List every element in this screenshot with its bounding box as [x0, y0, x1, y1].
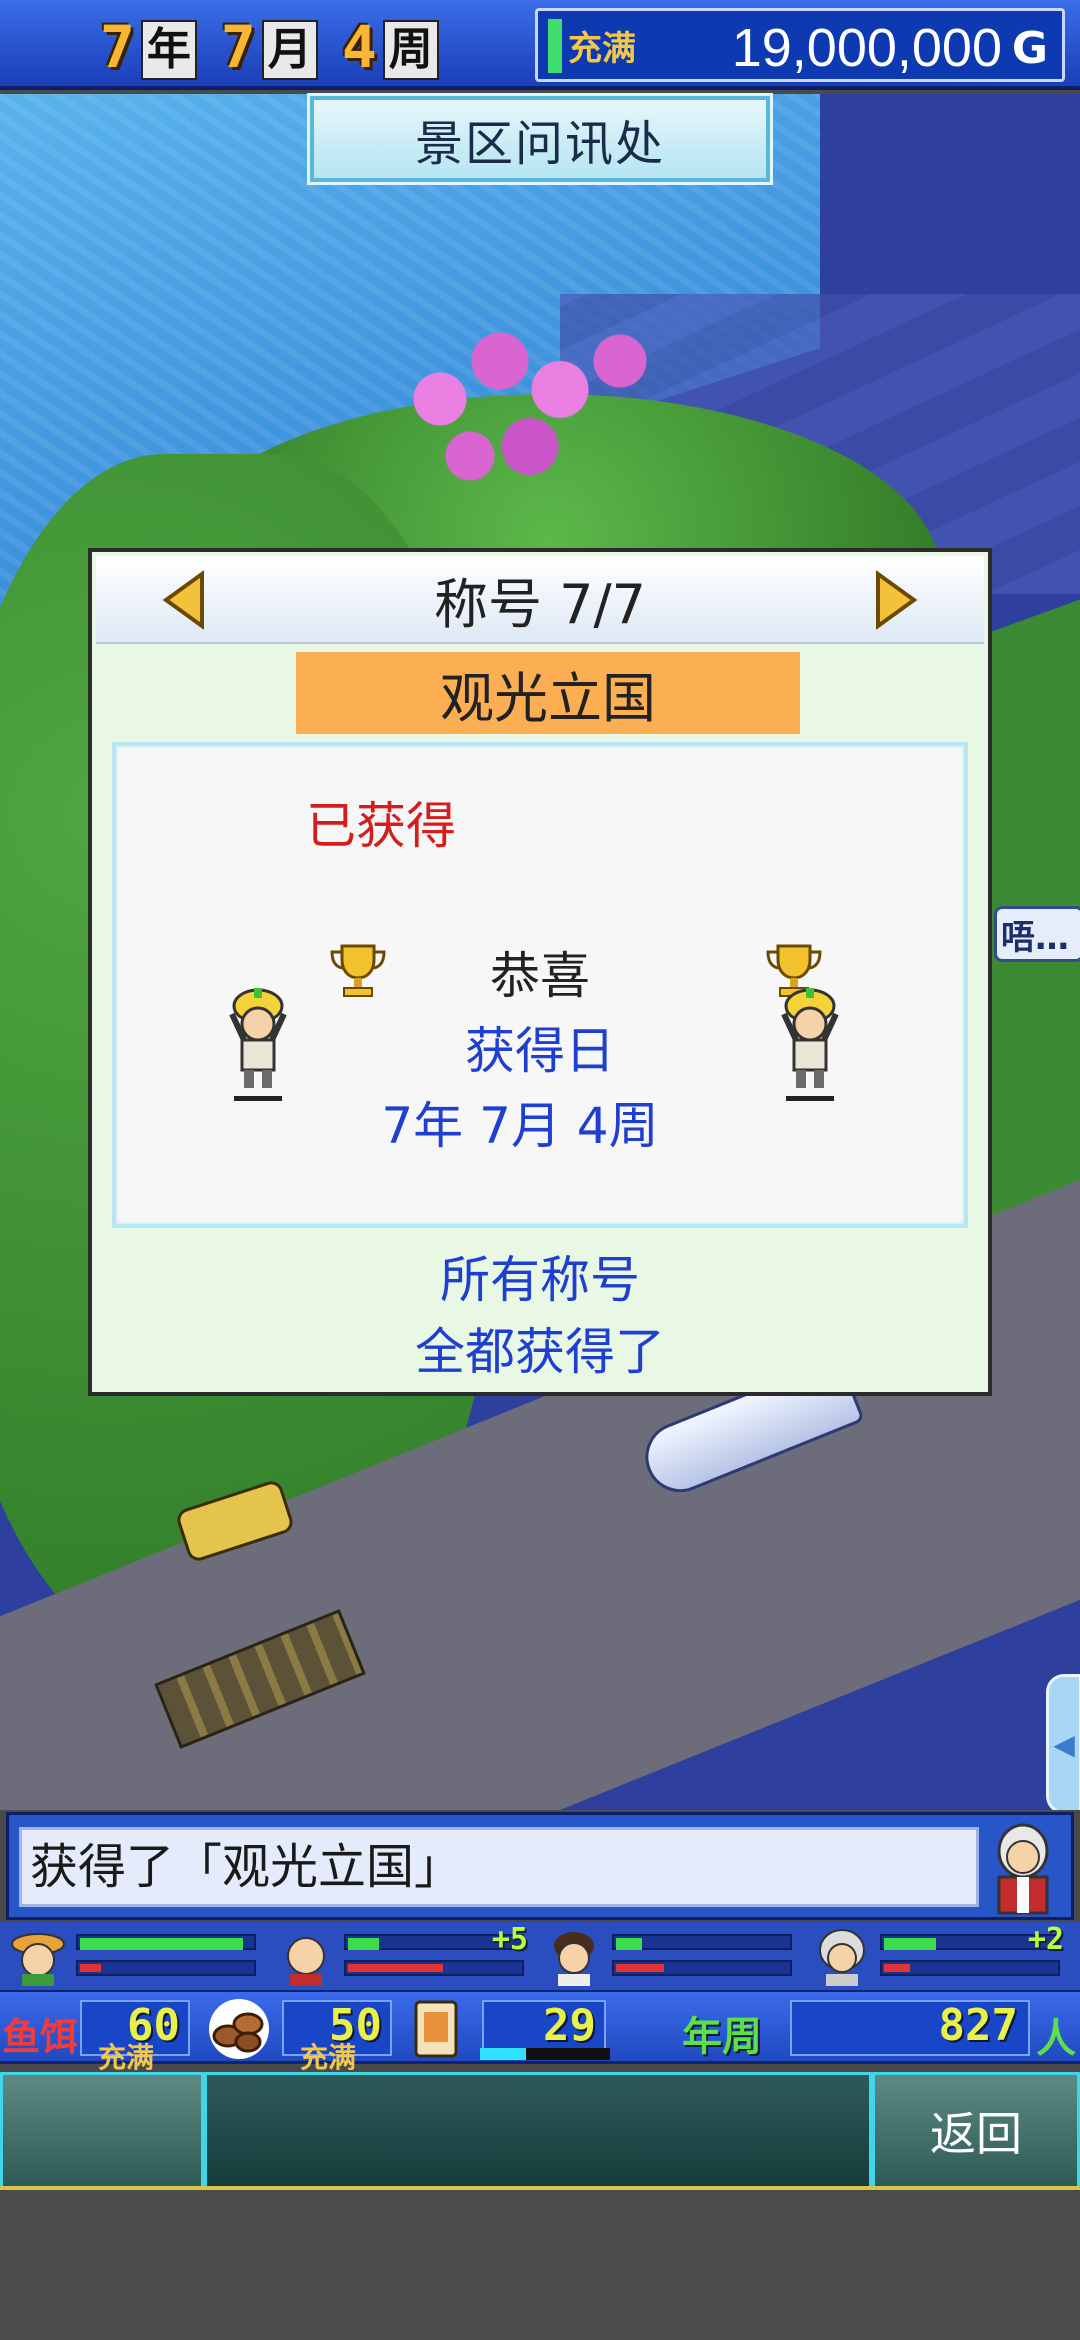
side-panel-toggle[interactable]: ◀: [1046, 1674, 1080, 1810]
money-level-bar: [548, 19, 562, 73]
acquired-date-label: 获得日: [465, 1022, 615, 1080]
year-week-label: 年周: [682, 2014, 762, 2060]
dialog-title: 称号 7/7: [433, 572, 647, 636]
staff-stat-bar: [880, 1960, 1060, 1976]
card-icon: [414, 2000, 458, 2058]
month-unit: 月: [261, 20, 318, 80]
staff-status-3[interactable]: [546, 1926, 796, 1986]
staff-status-4[interactable]: +2: [814, 1922, 1064, 1986]
title-name: 观光立国: [296, 652, 800, 734]
title-detail-panel: 已获得 恭喜 获得日 7年 7月 4周: [112, 742, 968, 1228]
year-week-counter: 827: [790, 2000, 1030, 2056]
staff-avatar-icon: [11, 1933, 65, 1986]
staff-avatar-icon: [554, 1932, 594, 1986]
staff-stat-red-fill: [616, 1964, 664, 1972]
year-week-value: 827: [938, 2000, 1018, 2051]
staff-stat-red-fill: [884, 1964, 910, 1972]
advisor-avatar: [997, 1823, 1049, 1915]
staff-bonus: +5: [491, 1922, 528, 1957]
staff-stat-bar: [612, 1934, 792, 1950]
card-progress-fill: [480, 2048, 526, 2060]
staff-stat-bar: [612, 1960, 792, 1976]
congrats-text: 恭喜: [490, 947, 590, 1005]
top-status-bar: 7 年 7 月 4 周 充满 19,000,000 G: [0, 0, 1080, 90]
staff-avatar-icon: [819, 1929, 865, 1986]
food-status: 充满: [98, 2041, 155, 2074]
acquired-date-value: 7年 7月 4周: [381, 1097, 659, 1155]
week-number: 4: [341, 13, 377, 81]
all-titles-message: 所有称号 全都获得了: [92, 1244, 988, 1388]
person-icon: 人: [1036, 2016, 1076, 2062]
location-banner: 景区问讯处: [310, 96, 770, 182]
acquired-status: 已获得: [306, 797, 456, 855]
staff-stat-red-fill: [348, 1964, 443, 1972]
staff-avatar-icon: [287, 1937, 325, 1986]
staff-stat-fill: [884, 1938, 936, 1950]
cherry-blossom-trees: [380, 304, 680, 494]
year-number: 7: [100, 13, 135, 81]
menu-slot-left[interactable]: [0, 2072, 204, 2190]
staff-stat-red-fill: [80, 1964, 101, 1972]
message-text: 获得了「观光立国」: [19, 1827, 979, 1907]
money-display: 充满 19,000,000 G: [535, 8, 1065, 82]
staff-stat-fill: [348, 1938, 379, 1950]
card-progress-bar: [480, 2048, 610, 2060]
staff-stat-fill: [616, 1938, 642, 1950]
dialog-header: 称号 7/7: [96, 556, 984, 644]
prev-arrow-icon[interactable]: [160, 570, 210, 630]
card-count: 29: [543, 2000, 596, 2051]
menu-slot-center[interactable]: [204, 2072, 872, 2190]
staff-stat-bar: [344, 1960, 524, 1976]
staff-status-row: +5 +2: [0, 1922, 1080, 1990]
empty-footer: [0, 2192, 1080, 2340]
staff-status-1[interactable]: [10, 1926, 260, 1986]
chevron-left-icon: ◀: [1053, 1727, 1075, 1761]
staff-stat-bar: [76, 1960, 256, 1976]
title-dialog: 称号 7/7 观光立国 已获得 恭喜 获得日 7年 7月 4周 所有称号 全都获…: [88, 548, 992, 1396]
all-titles-line1: 所有称号: [440, 1251, 640, 1309]
wood-icon: [209, 1999, 269, 2059]
back-button[interactable]: 返回: [872, 2072, 1080, 2190]
bait-label: 鱼饵: [2, 2015, 79, 2059]
money-amount: 19,000,000: [731, 18, 1002, 78]
month-number: 7: [220, 13, 256, 81]
money-status: 充满: [568, 29, 636, 69]
game-date: 7 年 7 月 4 周: [100, 10, 457, 80]
menu-divider: [0, 2186, 1080, 2190]
staff-stat-bar: [76, 1934, 256, 1950]
wood-status: 充满: [300, 2041, 357, 2074]
year-unit: 年: [140, 20, 197, 80]
week-unit: 周: [382, 20, 439, 80]
speech-bubble: 唔…: [994, 906, 1080, 962]
staff-bonus: +2: [1027, 1922, 1064, 1957]
money-unit: G: [1011, 23, 1048, 74]
food-counter: 60 充满: [80, 2000, 190, 2074]
all-titles-line2: 全都获得了: [415, 1323, 665, 1381]
bottom-menu: 返回: [0, 2072, 1080, 2190]
staff-status-2[interactable]: +5: [278, 1922, 528, 1986]
staff-stat-fill: [80, 1938, 243, 1950]
message-bar[interactable]: 获得了「观光立国」: [6, 1812, 1074, 1920]
next-arrow-icon[interactable]: [870, 570, 920, 630]
back-button-label: 返回: [930, 2107, 1022, 2161]
wood-counter: 50 充满: [282, 2000, 392, 2074]
